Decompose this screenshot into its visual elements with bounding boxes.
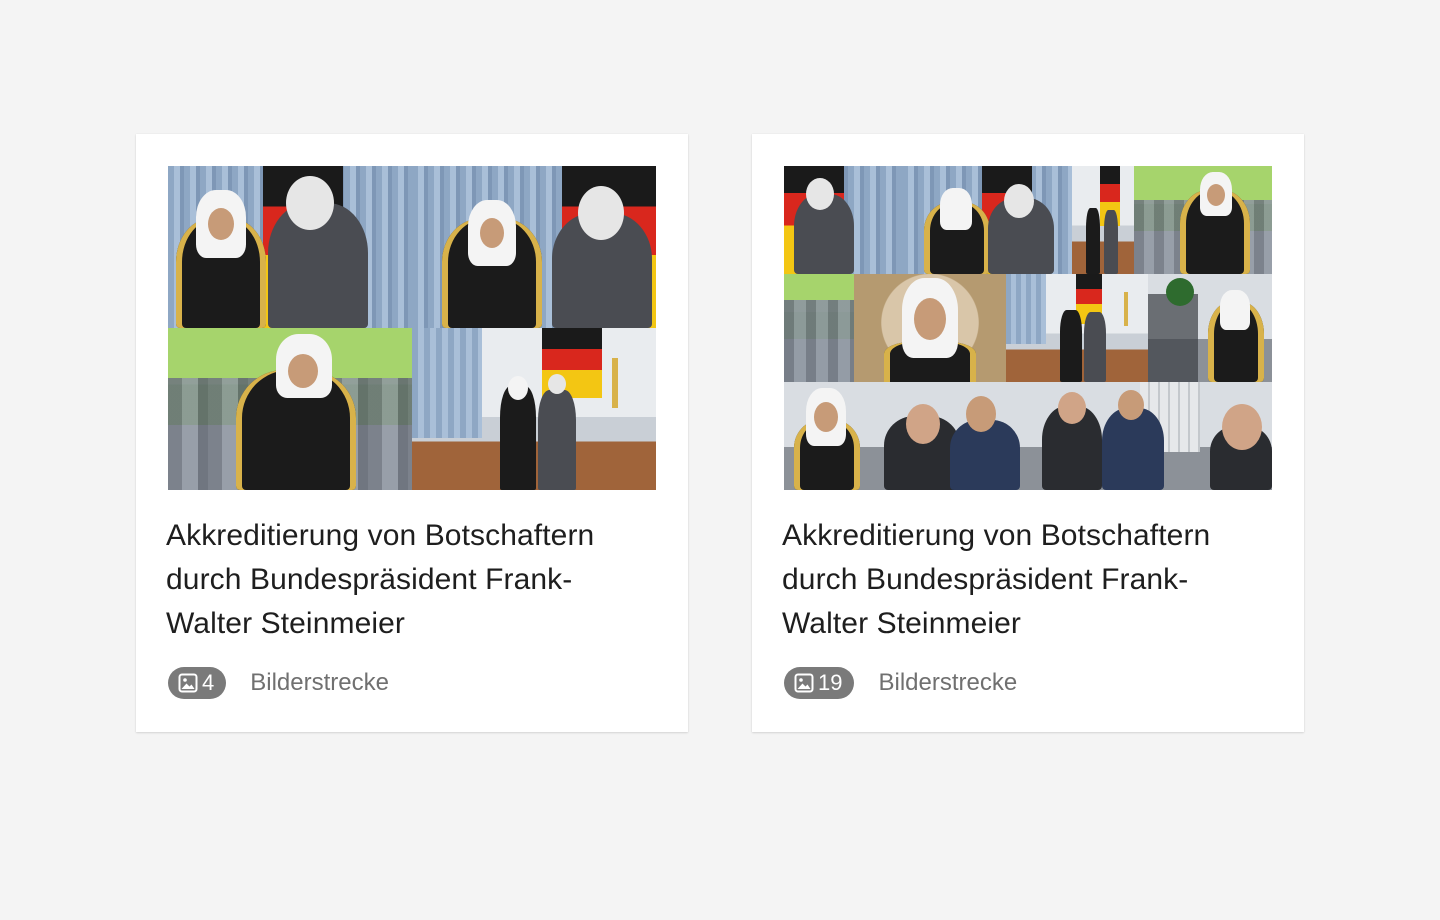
gallery-photo: [1200, 382, 1272, 490]
gallery-title[interactable]: Akkreditierung von Botschaftern durch Bu…: [166, 514, 656, 646]
gallery-photo: [784, 166, 902, 274]
gallery-photo: [168, 328, 412, 490]
gallery-photo: [870, 382, 1030, 490]
image-count: 4: [202, 670, 215, 695]
gallery-card-grid: Akkreditierung von Botschaftern durch Bu…: [136, 134, 1304, 732]
gallery-meta: 19 Bilderstrecke: [784, 667, 1017, 699]
gallery-photo: [854, 274, 1006, 382]
gallery-card[interactable]: Akkreditierung von Botschaftern durch Bu…: [136, 134, 688, 732]
gallery-photo: [412, 166, 656, 328]
gallery-photo: [784, 382, 870, 490]
gallery-photo: [784, 274, 854, 382]
gallery-photo: [1148, 274, 1272, 382]
gallery-thumbnail-collage[interactable]: [784, 166, 1272, 490]
gallery-photo: [1072, 166, 1134, 274]
content-type-label: Bilderstrecke: [878, 669, 1018, 696]
gallery-thumbnail-collage[interactable]: [168, 166, 656, 490]
gallery-photo: [1030, 382, 1200, 490]
gallery-photo: [902, 166, 1072, 274]
gallery-photo: [412, 328, 656, 490]
image-count-badge: 19: [784, 667, 855, 699]
gallery-meta: 4 Bilderstrecke: [168, 667, 389, 699]
image-icon: [178, 673, 198, 693]
image-count-badge: 4: [168, 667, 227, 699]
content-type-label: Bilderstrecke: [250, 669, 389, 696]
gallery-photo: [1134, 166, 1272, 274]
image-icon: [794, 673, 814, 693]
gallery-photo: [168, 166, 412, 328]
gallery-card[interactable]: Akkreditierung von Botschaftern durch Bu…: [752, 134, 1304, 732]
gallery-title[interactable]: Akkreditierung von Botschaftern durch Bu…: [782, 514, 1272, 646]
image-count: 19: [818, 670, 843, 695]
gallery-photo: [1006, 274, 1148, 382]
